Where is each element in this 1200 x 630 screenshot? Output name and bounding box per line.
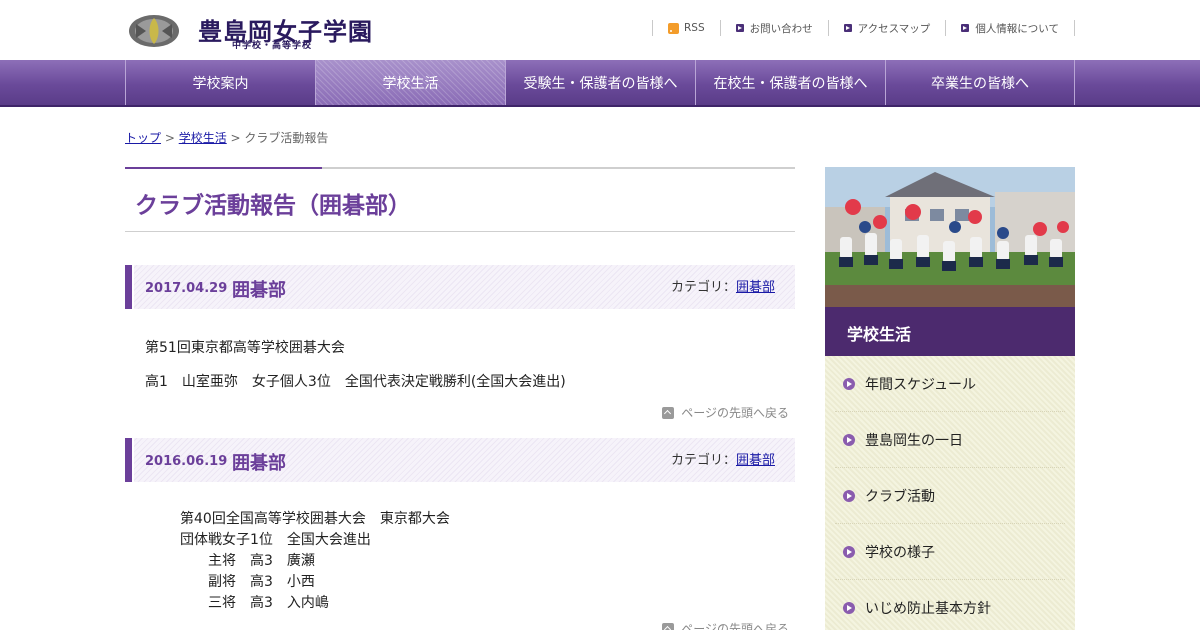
post-line: 高1 山室亜弥 女子個人3位 全国代表決定戦勝利(全国大会進出) [145,374,566,390]
util-link-rss[interactable]: RSS [652,20,720,36]
chevron-right-icon [843,377,855,390]
post-line: 副将 高3 小西 [208,574,315,590]
back-to-top-link[interactable]: ページの先頭へ戻る [662,620,789,630]
school-logo[interactable]: 豊島岡女子学園 中学校・高等学校 [128,10,372,52]
breadcrumb-top-link[interactable]: トップ [125,131,161,145]
post-line: 第40回全国高等学校囲碁大会 東京都大会 [180,511,450,527]
back-to-top-label: ページの先頭へ戻る [681,406,789,420]
chevron-right-icon [843,545,855,558]
sidebar-item-schedule[interactable]: 年間スケジュール [835,356,1065,412]
utility-nav: RSS お問い合わせ アクセスマップ 個人情報について [652,20,1075,36]
nav-item-students[interactable]: 在校生・保護者の皆様へ [695,60,885,105]
category-link[interactable]: 囲碁部 [736,280,775,295]
post-date: 2016.06.19 [145,454,228,469]
util-label: RSS [684,22,705,34]
breadcrumb-current: クラブ活動報告 [244,131,329,145]
util-label: お問い合わせ [749,22,813,35]
chevron-right-icon [843,601,855,614]
category-label: カテゴリ： [670,280,736,295]
breadcrumb-separator: > [161,131,179,145]
post-title: 囲碁部 [232,453,286,474]
page-title: クラブ活動報告（囲碁部） [135,193,411,219]
global-nav: 学校案内 学校生活 受験生・保護者の皆様へ 在校生・保護者の皆様へ 卒業生の皆様… [0,60,1200,107]
breadcrumb-separator: > [226,131,245,145]
back-to-top-label: ページの先頭へ戻る [681,622,789,630]
sidebar-item-label: 学校の様子 [865,544,935,561]
sidebar-item-clubs[interactable]: クラブ活動 [835,468,1065,524]
post-line: 主将 高3 廣瀬 [208,553,315,569]
sidebar-title-bar: 学校生活 [825,307,1075,356]
nav-item-applicants[interactable]: 受験生・保護者の皆様へ [505,60,695,105]
nav-item-about[interactable]: 学校案内 [125,60,315,105]
chevron-right-icon [843,433,855,446]
back-to-top-link[interactable]: ページの先頭へ戻る [662,404,789,421]
category-link[interactable]: 囲碁部 [736,453,775,468]
logo-subtitle: 中学校・高等学校 [232,41,313,51]
sidebar-item-school-scenes[interactable]: 学校の様子 [835,524,1065,580]
sidebar-item-daily-life[interactable]: 豊島岡生の一日 [835,412,1065,468]
post-header: 2016.06.19 囲碁部 カテゴリ：囲碁部 [125,438,795,482]
post-line: 団体戦女子1位 全国大会進出 [180,532,371,548]
util-link-access[interactable]: アクセスマップ [827,20,946,36]
cheerleaders-photo [825,167,1075,307]
post-category: カテゴリ：囲碁部 [671,276,775,295]
school-emblem-icon [129,15,179,47]
arrow-up-icon [662,622,675,630]
post-line: 三将 高3 入内嶋 [208,595,329,611]
sidebar-item-label: 年間スケジュール [865,376,977,393]
sidebar-item-label: 豊島岡生の一日 [865,432,963,449]
nav-item-school-life[interactable]: 学校生活 [315,60,505,105]
post-header: 2017.04.29 囲碁部 カテゴリ：囲碁部 [125,265,795,309]
arrow-up-icon [662,406,675,419]
arrow-icon [961,24,970,32]
sidebar-title: 学校生活 [847,325,912,344]
page-title-block: クラブ活動報告（囲碁部） [125,167,795,232]
arrow-icon [843,24,852,32]
breadcrumb-parent-link[interactable]: 学校生活 [179,131,227,145]
rss-icon [668,22,679,34]
post-category: カテゴリ：囲碁部 [671,449,775,468]
util-link-contact[interactable]: お問い合わせ [719,20,828,36]
post-line: 第51回東京都高等学校囲碁大会 [145,340,345,356]
breadcrumb: トップ > 学校生活 > クラブ活動報告 [125,129,328,146]
util-label: 個人情報について [975,22,1059,35]
arrow-icon [735,24,744,32]
post-title: 囲碁部 [232,280,286,301]
sidebar: 学校生活 年間スケジュール 豊島岡生の一日 クラブ活動 学校の様子 いじめ防止基… [825,167,1075,630]
site-header: 豊島岡女子学園 中学校・高等学校 RSS お問い合わせ アクセスマップ 個人情報… [0,0,1200,60]
util-label: アクセスマップ [857,22,931,35]
nav-item-alumni[interactable]: 卒業生の皆様へ [885,60,1075,105]
util-link-privacy[interactable]: 個人情報について [945,20,1075,36]
chevron-right-icon [843,489,855,502]
sidebar-item-anti-bullying[interactable]: いじめ防止基本方針 [835,580,1065,630]
sidebar-menu: 年間スケジュール 豊島岡生の一日 クラブ活動 学校の様子 いじめ防止基本方針 [825,356,1075,630]
category-label: カテゴリ： [670,453,736,468]
post-date: 2017.04.29 [145,281,228,296]
sidebar-item-label: クラブ活動 [865,488,935,505]
sidebar-item-label: いじめ防止基本方針 [865,600,991,617]
